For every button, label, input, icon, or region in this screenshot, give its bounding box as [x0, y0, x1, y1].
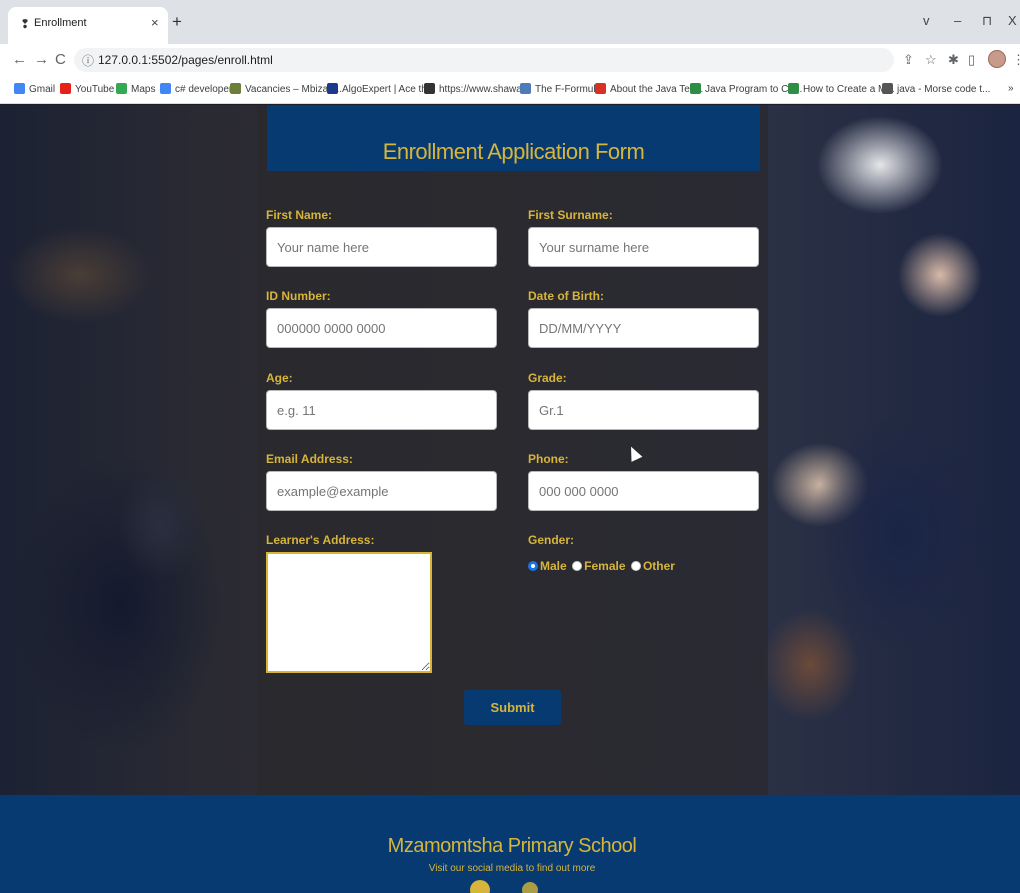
maps-icon [116, 83, 127, 94]
bookmarks-bar: Gmail YouTube Maps c# developer Vacancie… [0, 76, 1020, 104]
first-surname-input[interactable] [528, 227, 759, 267]
favicon-icon: ❢ [20, 17, 31, 31]
geeksforgeeks-icon [788, 83, 799, 94]
date-of-birth-input[interactable] [528, 308, 759, 348]
tab-title: Enrollment [34, 17, 87, 29]
youtube-icon [60, 83, 71, 94]
new-tab-button[interactable]: + [172, 13, 182, 30]
java-tech-icon [595, 83, 606, 94]
page-footer: Mzamomtsha Primary School Visit our soci… [0, 795, 1020, 893]
maximize-button[interactable]: ⊓ [982, 13, 992, 29]
grade-label: Grade: [528, 371, 567, 385]
age-input[interactable] [266, 390, 497, 430]
grade-input[interactable] [528, 390, 759, 430]
email-label: Email Address: [266, 452, 353, 466]
vacancies-icon [230, 83, 241, 94]
form-title: Enrollment Application Form [382, 139, 645, 164]
facebook-icon[interactable] [470, 880, 490, 893]
algoexpert-icon [327, 83, 338, 94]
globe-icon [882, 83, 893, 94]
bookmark-java-program[interactable]: Java Program to Co... [690, 83, 802, 95]
address-label: Learner's Address: [266, 533, 375, 547]
age-label: Age: [266, 371, 293, 385]
share-icon[interactable]: ⇪ [903, 52, 914, 68]
first-name-label: First Name: [266, 208, 333, 222]
bookmark-f-formula[interactable]: The F-Formula [520, 83, 601, 95]
bookmark-vacancies[interactable]: Vacancies – Mbizan... [230, 83, 342, 95]
bookmark-algoexpert[interactable]: AlgoExpert | Ace th... [327, 83, 435, 95]
gender-other-radio[interactable] [630, 561, 641, 571]
menu-kebab-icon[interactable]: ⋮ [1012, 52, 1020, 68]
back-arrow-icon[interactable]: ← [12, 51, 27, 68]
page-viewport: Enrollment Application Form First Name: … [0, 105, 1020, 893]
bookmark-java-morse[interactable]: java - Morse code t... [882, 83, 990, 95]
social-links [470, 880, 540, 893]
phone-label: Phone: [528, 452, 569, 466]
first-surname-label: First Surname: [528, 208, 613, 222]
forward-arrow-icon[interactable]: → [34, 51, 49, 68]
tab-close-icon[interactable]: × [151, 15, 159, 30]
email-input[interactable] [266, 471, 497, 511]
footer-tagline: Visit our social media to find out more [428, 863, 596, 874]
id-number-input[interactable] [266, 308, 497, 348]
browser-window: ❢ Enrollment × + v – ⊓ X ← → C ⓘ 127.0.0… [0, 0, 1020, 893]
submit-button[interactable]: Submit [464, 690, 561, 725]
address-bar[interactable]: ⓘ 127.0.0.1:5502/pages/enroll.html [74, 48, 894, 72]
bookmark-how-to-create[interactable]: How to Create a M... [788, 83, 895, 95]
date-of-birth-label: Date of Birth: [528, 289, 604, 303]
browser-toolbar: ← → C ⓘ 127.0.0.1:5502/pages/enroll.html… [0, 44, 1020, 76]
side-panel-icon[interactable]: ▯ [968, 52, 975, 68]
phone-input[interactable] [528, 471, 759, 511]
f-formula-icon [520, 83, 531, 94]
site-info-icon[interactable]: ⓘ [82, 52, 94, 69]
url-text: 127.0.0.1:5502/pages/enroll.html [98, 53, 273, 67]
tab-enrollment[interactable]: ❢ Enrollment × [8, 7, 168, 44]
extensions-icon[interactable]: ✱ [948, 52, 959, 68]
google-icon [160, 83, 171, 94]
bookmark-java-tech[interactable]: About the Java Tec... [595, 83, 703, 95]
gender-radio-group: Male Female Other [528, 557, 676, 573]
gender-female-radio[interactable] [572, 561, 583, 571]
gender-label: Gender: [528, 533, 575, 547]
bookmark-youtube[interactable]: YouTube [60, 83, 114, 95]
tab-search-icon[interactable]: v [923, 13, 930, 28]
gender-other-label[interactable]: Other [643, 559, 675, 573]
tab-strip: ❢ Enrollment × + v – ⊓ X [0, 0, 1020, 44]
reload-icon[interactable]: C [55, 51, 66, 68]
gmail-icon [14, 83, 25, 94]
gender-male-label[interactable]: Male [540, 559, 567, 573]
footer-school-name: Mzamomtsha Primary School [387, 835, 637, 857]
address-textarea[interactable] [266, 552, 432, 673]
bookmark-maps[interactable]: Maps [116, 83, 155, 95]
first-name-input[interactable] [266, 227, 497, 267]
geeksforgeeks-icon [690, 83, 701, 94]
bookmark-gmail[interactable]: Gmail [14, 83, 55, 95]
bookmark-star-icon[interactable]: ☆ [925, 52, 937, 68]
gender-male-radio[interactable] [528, 561, 538, 571]
bookmark-c-developer[interactable]: c# developer [160, 83, 232, 95]
bookmarks-overflow-icon[interactable]: » [1008, 83, 1014, 94]
shawa-icon [424, 83, 435, 94]
instagram-icon[interactable] [522, 882, 538, 893]
profile-avatar[interactable] [988, 50, 1006, 68]
close-window-button[interactable]: X [1008, 13, 1017, 28]
gender-female-label[interactable]: Female [584, 559, 625, 573]
id-number-label: ID Number: [266, 289, 331, 303]
bookmark-shawa[interactable]: https://www.shawa... [424, 83, 530, 95]
minimize-button[interactable]: – [954, 13, 961, 28]
